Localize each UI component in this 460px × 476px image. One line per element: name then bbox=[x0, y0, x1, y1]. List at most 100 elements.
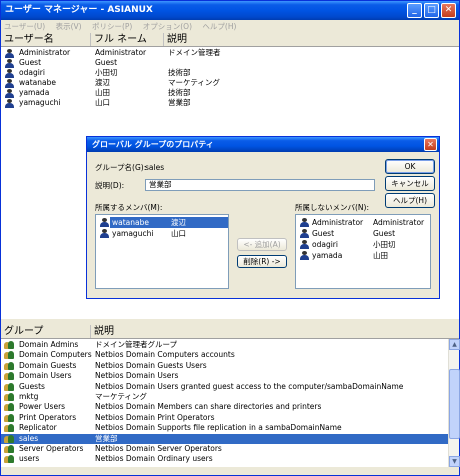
menu-view[interactable]: 表示(V) bbox=[56, 22, 82, 31]
user-icon bbox=[5, 99, 14, 108]
group-name: sales bbox=[19, 433, 39, 443]
user-icon bbox=[5, 69, 14, 78]
group-icon-part bbox=[8, 455, 14, 464]
description-input[interactable]: 営業部 bbox=[145, 179, 375, 191]
group-row[interactable]: Domain Admins ドメイン管理者グループ bbox=[1, 340, 448, 350]
scroll-up-icon[interactable]: ▲ bbox=[449, 339, 460, 350]
group-icon bbox=[4, 372, 15, 381]
member-fullname: 小田切 bbox=[373, 240, 396, 249]
group-row[interactable]: Domain Computers Netbios Domain Computers… bbox=[1, 350, 448, 360]
members-label: 所属するメンバ(M): bbox=[95, 203, 163, 212]
user-icon-body bbox=[300, 233, 309, 238]
member-name: Administrator bbox=[312, 218, 364, 227]
group-icon bbox=[4, 413, 15, 423]
maximize-icon[interactable]: □ bbox=[424, 3, 439, 18]
user-fullname: 山田 bbox=[95, 88, 110, 97]
group-icon bbox=[4, 382, 15, 392]
header-username[interactable]: ユーザー名 bbox=[1, 33, 91, 46]
user-row[interactable]: yamada 山田 技術部 bbox=[1, 88, 459, 98]
member-row[interactable]: odagiri 小田切 bbox=[296, 239, 430, 250]
group-icon-part bbox=[8, 351, 14, 360]
header-group[interactable]: グループ bbox=[1, 325, 91, 338]
help-button[interactable]: ヘルプ(H) bbox=[385, 193, 435, 208]
user-icon bbox=[5, 89, 14, 98]
member-name: odagiri bbox=[312, 240, 338, 249]
menu-user[interactable]: ユーザー(U) bbox=[4, 22, 45, 31]
description-label: 説明(D): bbox=[95, 181, 125, 190]
group-description: Netbios Domain Guests Users bbox=[95, 360, 207, 370]
user-icon bbox=[5, 79, 14, 88]
user-icon bbox=[5, 59, 14, 68]
group-row[interactable]: sales 営業部 bbox=[1, 433, 448, 444]
user-icon-body bbox=[5, 103, 14, 108]
window-title: ユーザー マネージャー - ASIANUX bbox=[5, 5, 153, 15]
member-fullname: Guest bbox=[373, 229, 396, 238]
group-row[interactable]: Domain Guests Netbios Domain Guests Users bbox=[1, 361, 448, 371]
close-icon[interactable]: ✕ bbox=[441, 3, 456, 18]
menu-policy[interactable]: ポリシー(P) bbox=[92, 22, 132, 31]
member-row[interactable]: Guest Guest bbox=[296, 228, 430, 239]
user-icon bbox=[300, 229, 309, 238]
user-icon-body bbox=[300, 244, 309, 249]
user-name: Administrator bbox=[19, 48, 71, 57]
dialog-close-icon[interactable]: ✕ bbox=[424, 138, 437, 151]
user-row[interactable]: odagiri 小田切 技術部 bbox=[1, 68, 459, 78]
group-icon bbox=[4, 424, 15, 433]
group-name: Print Operators bbox=[19, 412, 77, 422]
group-name: mktg bbox=[19, 392, 39, 401]
group-row[interactable]: Server Operators Netbios Domain Server Op… bbox=[1, 444, 448, 454]
scroll-down-icon[interactable]: ▼ bbox=[449, 456, 460, 467]
group-name: Domain Users bbox=[19, 371, 72, 381]
menu-options[interactable]: オプション(O) bbox=[143, 22, 192, 31]
dialog-title-bar[interactable]: グローバル グループのプロパティ ✕ bbox=[87, 137, 439, 152]
group-list-scrollbar[interactable]: ▲ ▼ bbox=[448, 339, 460, 467]
user-row[interactable]: watanabe 渡辺 マーケティング bbox=[1, 78, 459, 88]
user-fullname: Guest bbox=[95, 58, 118, 67]
user-icon bbox=[300, 218, 309, 227]
group-row[interactable]: Print Operators Netbios Domain Print Oper… bbox=[1, 413, 448, 423]
header-fullname[interactable]: フル ネーム bbox=[91, 33, 164, 46]
remove-button[interactable]: 削除(R) -> bbox=[237, 255, 287, 268]
group-name: users bbox=[19, 454, 40, 464]
member-fullname: Administrator bbox=[373, 218, 425, 227]
member-row[interactable]: Administrator Administrator bbox=[296, 217, 430, 228]
user-row[interactable]: Administrator Administrator ドメイン管理者 bbox=[1, 48, 459, 58]
title-bar[interactable]: ユーザー マネージャー - ASIANUX _ □ ✕ bbox=[1, 1, 459, 20]
group-row[interactable]: users Netbios Domain Ordinary users bbox=[1, 454, 448, 464]
scroll-thumb[interactable] bbox=[449, 369, 460, 439]
user-icon-body bbox=[300, 222, 309, 227]
ok-button[interactable]: OK bbox=[385, 159, 435, 174]
member-name: yamada bbox=[312, 251, 343, 260]
member-row[interactable]: yamada 山田 bbox=[296, 250, 430, 261]
user-row[interactable]: Guest Guest bbox=[1, 58, 459, 68]
groups-header: グループ 説明 bbox=[1, 325, 459, 339]
header-group-desc[interactable]: 説明 bbox=[91, 325, 459, 338]
nonmembers-listbox[interactable]: Administrator Administrator Guest Guest odag… bbox=[295, 214, 431, 289]
group-row[interactable]: Domain Users Netbios Domain Users bbox=[1, 371, 448, 381]
member-fullname: 渡辺 bbox=[171, 218, 186, 227]
members-listbox[interactable]: watanabe 渡辺 yamaguchi 山口 bbox=[95, 214, 229, 289]
menu-help[interactable]: ヘルプ(H) bbox=[202, 22, 236, 31]
user-row[interactable]: yamaguchi 山口 営業部 bbox=[1, 98, 459, 108]
user-name: watanabe bbox=[19, 78, 56, 87]
group-icon-part bbox=[8, 382, 14, 391]
dialog-title: グローバル グループのプロパティ bbox=[92, 140, 214, 149]
group-row[interactable]: Power Users Netbios Domain Members can sh… bbox=[1, 402, 448, 412]
cancel-button[interactable]: キャンセル bbox=[385, 176, 435, 191]
user-name: yamaguchi bbox=[19, 98, 61, 107]
users-header: ユーザー名 フル ネーム 説明 bbox=[1, 33, 459, 47]
minimize-icon[interactable]: _ bbox=[407, 3, 422, 18]
user-description: ドメイン管理者 bbox=[168, 48, 221, 57]
group-row[interactable]: Replicator Netbios Domain Supports file r… bbox=[1, 423, 448, 433]
group-row[interactable]: Guests Netbios Domain Users granted guest… bbox=[1, 382, 448, 392]
user-description: 技術部 bbox=[168, 68, 191, 77]
user-description: 技術部 bbox=[168, 88, 191, 97]
header-user-desc[interactable]: 説明 bbox=[164, 33, 459, 46]
add-button[interactable]: <- 追加(A) bbox=[237, 238, 287, 251]
member-row[interactable]: watanabe 渡辺 bbox=[96, 217, 228, 228]
group-list[interactable]: Domain Admins ドメイン管理者グループ Domain Computers… bbox=[1, 339, 448, 467]
group-row[interactable]: mktg マーケティング bbox=[1, 392, 448, 402]
user-name: yamada bbox=[19, 88, 50, 97]
member-row[interactable]: yamaguchi 山口 bbox=[96, 228, 228, 239]
group-icon bbox=[4, 351, 15, 360]
